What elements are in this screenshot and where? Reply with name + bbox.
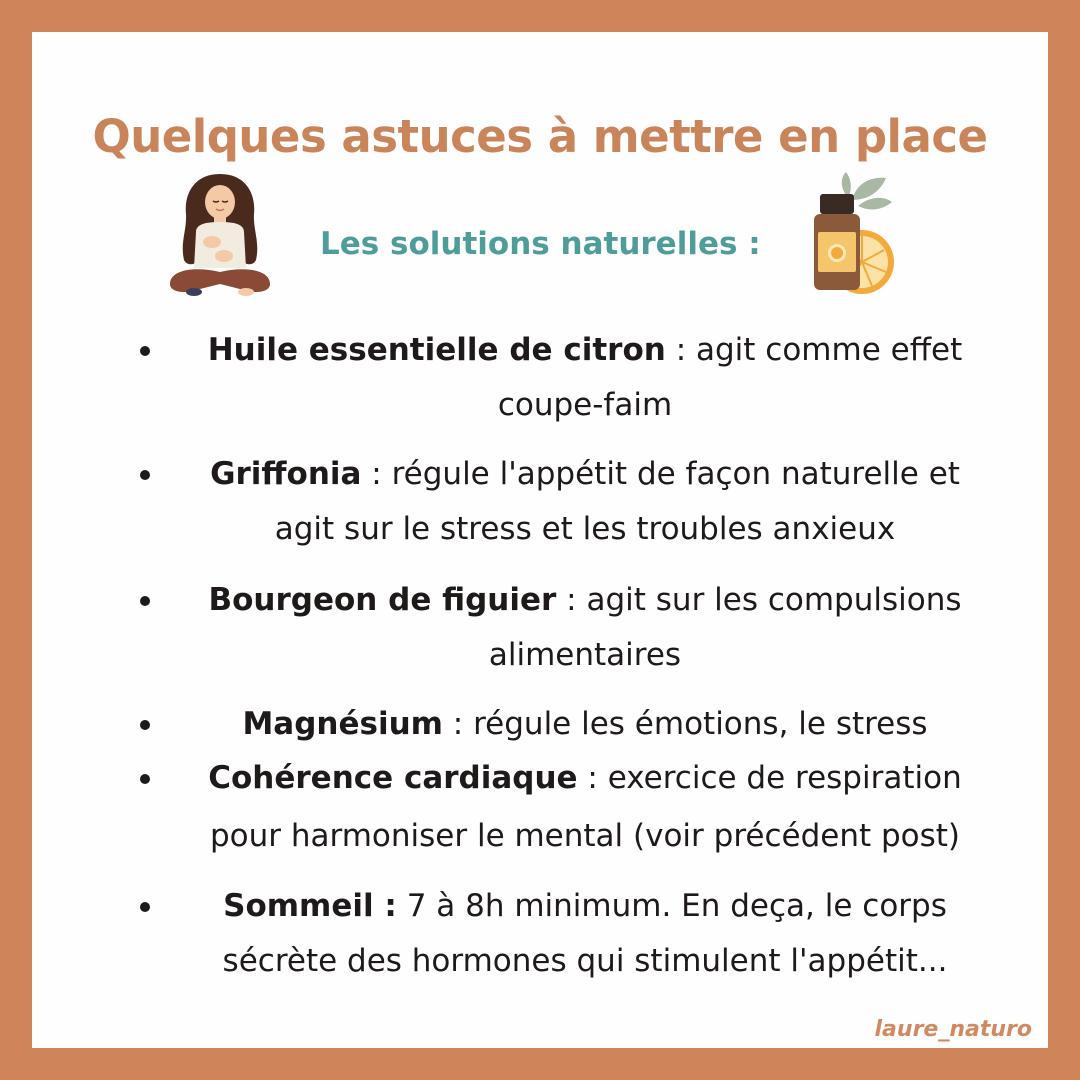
item-line-2: agit sur le stress et les troubles anxie… (274, 511, 896, 547)
item-separator: : (577, 760, 608, 796)
bullet-dot (140, 774, 150, 784)
item-separator: : (361, 456, 392, 492)
item-description: agit comme effet (696, 332, 963, 368)
item-line-1: Griffonia : régule l'appétit de façon na… (160, 454, 1010, 494)
item-term: Bourgeon de figuier (208, 582, 557, 618)
bullet-dot (140, 720, 150, 730)
item-line-1: Cohérence cardiaque : exercice de respir… (160, 758, 1010, 798)
item-term: Cohérence cardiaque (208, 760, 578, 796)
item-term: Huile essentielle de citron (207, 332, 666, 368)
item-line-1: Huile essentielle de citron : agit comme… (160, 330, 1010, 370)
item-separator (397, 888, 407, 924)
item-term: Magnésium (242, 706, 443, 742)
item-separator: : (442, 706, 474, 742)
item-separator: : (556, 582, 587, 618)
item-line-2: sécrète des hormones qui stimulent l'app… (222, 943, 948, 979)
item-description: régule les émotions, le stress (473, 706, 928, 742)
item-line-1: Magnésium : régule les émotions, le stre… (160, 704, 1010, 744)
item-line-2: pour harmoniser le mental (voir précéden… (209, 818, 961, 854)
item-description: 7 à 8h minimum. En deça, le corps (406, 888, 947, 924)
item-description: agit sur les compulsions (586, 582, 962, 618)
bullet-dot (140, 470, 150, 480)
item-line-2: coupe-faim (497, 387, 673, 423)
bullet-dot (140, 346, 150, 356)
bullet-dot (140, 902, 150, 912)
item-description: exercice de respiration (607, 760, 962, 796)
solutions-list: Huile essentielle de citron : agit comme… (0, 0, 1080, 1080)
item-line-1: Bourgeon de figuier : agit sur les compu… (160, 580, 1010, 620)
bullet-dot (140, 596, 150, 606)
item-line-2: alimentaires (488, 637, 682, 673)
item-term: Griffonia (210, 456, 362, 492)
item-description: régule l'appétit de façon naturelle et (391, 456, 960, 492)
item-separator: : (665, 332, 696, 368)
item-line-1: Sommeil : 7 à 8h minimum. En deça, le co… (160, 886, 1010, 926)
item-term: Sommeil : (223, 888, 397, 924)
author-handle: laure_naturo (874, 1017, 1032, 1042)
